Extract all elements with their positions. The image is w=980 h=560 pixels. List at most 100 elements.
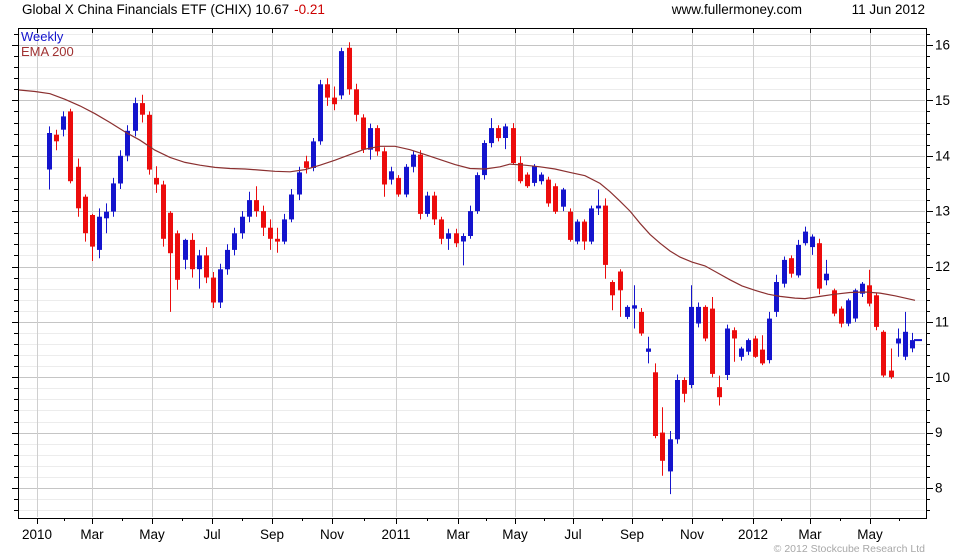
candle-up <box>232 233 237 250</box>
candle-down <box>760 349 765 364</box>
candle-up <box>311 141 316 168</box>
candle-up <box>803 231 808 244</box>
candle-down <box>90 215 95 247</box>
candle-down <box>518 162 523 182</box>
candle-down <box>154 177 159 185</box>
candle-up <box>218 269 223 303</box>
candle-down <box>732 330 737 339</box>
candle-up <box>696 306 701 324</box>
candle-down <box>432 195 437 220</box>
candle-down <box>347 47 352 90</box>
candle-up <box>596 205 601 209</box>
x-axis-label: Mar <box>798 527 822 542</box>
candle-down <box>525 174 530 187</box>
candle-down <box>546 179 551 204</box>
candle-down <box>354 89 359 115</box>
candle-up <box>97 216 102 250</box>
copyright-notice: © 2012 Stockcube Research Ltd <box>773 543 925 555</box>
candle-up <box>903 331 908 357</box>
candle-up <box>47 133 52 170</box>
candle-down <box>582 221 587 242</box>
candle-up <box>318 84 323 142</box>
candle-down <box>710 308 715 374</box>
candle-down <box>396 177 401 195</box>
candle-up <box>489 128 494 144</box>
candle-down <box>511 128 516 163</box>
candle-up <box>746 340 751 352</box>
candle-down <box>753 338 758 357</box>
y-axis-label: 13 <box>935 204 950 219</box>
candlestick-chart: 16 15 14 13 12 11 10 9 8 2010 Mar May Jul Sep Nov 2011 M… <box>12 28 951 542</box>
candle-up <box>632 305 637 309</box>
candle-up <box>475 175 480 212</box>
candle-up <box>774 282 779 312</box>
candle-up <box>368 128 373 150</box>
candle-down <box>553 186 558 212</box>
candle-up <box>625 306 630 317</box>
x-axis-label: Sep <box>620 527 644 542</box>
x-axis-label: Jul <box>203 527 220 542</box>
candle-up <box>225 249 230 270</box>
candle-down <box>703 306 708 339</box>
candle-up <box>468 211 473 236</box>
candle-down <box>375 128 380 152</box>
candle-up <box>183 239 188 260</box>
candle-up <box>675 380 680 440</box>
x-axis-label: 2011 <box>381 527 410 542</box>
candle-up <box>289 194 294 220</box>
candle-up <box>240 216 245 234</box>
candle-down <box>682 380 687 394</box>
candle-down <box>618 271 623 291</box>
candle-down <box>382 151 387 185</box>
candle-down <box>76 166 81 209</box>
x-axis-label: May <box>502 527 528 542</box>
candle-down <box>660 432 665 461</box>
candle-down <box>275 238 280 242</box>
x-axis-label: Nov <box>320 527 344 542</box>
candle-up <box>796 244 801 276</box>
chart-page: { "header": { "title_main": "Global X Ch… <box>0 0 980 560</box>
candle-up <box>668 439 673 472</box>
y-axis-label: 10 <box>935 370 950 385</box>
candle-down <box>261 211 266 228</box>
candle-up <box>247 200 252 217</box>
candle-up <box>689 306 694 385</box>
candle-down <box>717 387 722 398</box>
y-axis-label: 16 <box>935 38 950 53</box>
x-axis-label: Jul <box>564 527 581 542</box>
candle-up <box>411 154 416 167</box>
candle-down <box>496 128 501 139</box>
candle-down <box>211 277 216 303</box>
candle-up <box>282 219 287 242</box>
y-axis-label: 8 <box>935 481 943 496</box>
candle-up <box>539 174 544 182</box>
candle-up <box>503 126 508 138</box>
candle-down <box>68 111 73 182</box>
candle-down <box>140 103 145 115</box>
candle-down <box>817 243 822 289</box>
candle-up <box>739 348 744 357</box>
candle-up <box>782 259 787 284</box>
candle-up <box>446 233 451 239</box>
candle-up <box>561 189 566 207</box>
candle-down <box>889 370 894 378</box>
candle-up <box>197 255 202 270</box>
candle-down <box>304 161 309 168</box>
x-axis-label: 2012 <box>738 527 768 542</box>
candle-down <box>190 239 195 270</box>
y-axis-label: 11 <box>935 314 949 329</box>
x-axis-label: Nov <box>680 527 704 542</box>
x-axis-label: Sep <box>260 527 284 542</box>
candle-up <box>133 103 138 131</box>
candle-up <box>853 290 858 319</box>
x-axis-label: May <box>857 527 883 542</box>
x-axis-label: 2010 <box>22 527 52 542</box>
candle-up <box>104 211 109 219</box>
candle-up <box>910 340 915 349</box>
y-axis-label: 15 <box>935 93 950 108</box>
last-price-marker <box>914 339 922 342</box>
candle-up <box>575 221 580 242</box>
candle-up <box>482 143 487 176</box>
candle-down <box>83 196 88 234</box>
candle-up <box>118 155 123 184</box>
